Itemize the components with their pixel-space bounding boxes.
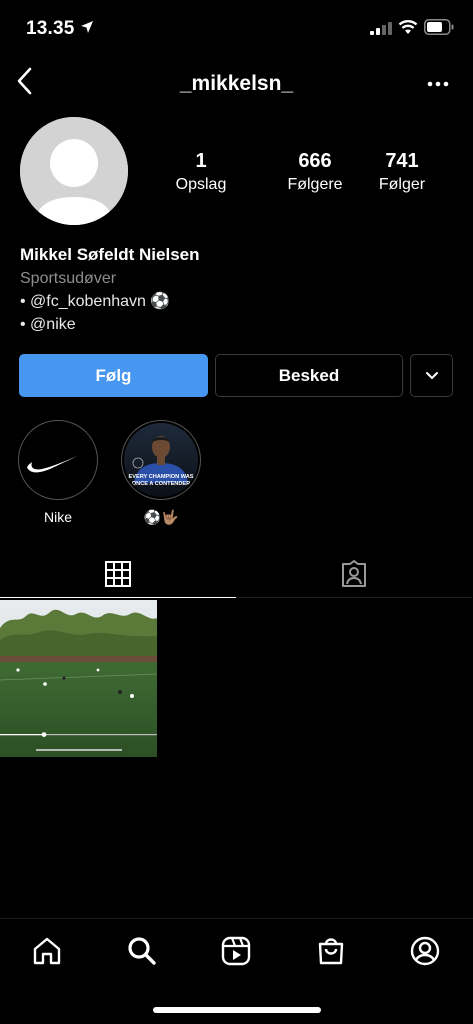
stat-following[interactable]: 741 Følger: [352, 150, 452, 196]
highlight-ring: [18, 420, 98, 500]
highlight-label: Nike: [43, 509, 72, 525]
stat-posts[interactable]: 1 Opslag: [151, 150, 251, 196]
tagged-person-icon: [342, 559, 366, 587]
home-icon[interactable]: [31, 935, 63, 967]
profile-icon[interactable]: [409, 935, 441, 967]
location-arrow-icon: [81, 21, 93, 33]
follow-button[interactable]: Følg: [19, 354, 208, 397]
nike-swoosh-icon: [27, 451, 88, 473]
battery-icon: [424, 19, 454, 35]
highlight-cover: EVERY CHAMPION WAS ONCE A CONTENDER: [124, 423, 198, 497]
highlight-football[interactable]: EVERY CHAMPION WAS ONCE A CONTENDER ⚽🤟🏽: [121, 420, 201, 526]
highlight-text-line1: EVERY CHAMPION WAS: [129, 474, 194, 480]
suggested-accounts-button[interactable]: [410, 354, 453, 397]
tab-posts-grid[interactable]: [0, 550, 236, 598]
stat-posts-value: 1: [195, 150, 207, 172]
status-bar: 13.35: [0, 0, 473, 56]
tab-tagged[interactable]: [236, 550, 472, 598]
search-icon[interactable]: [126, 935, 158, 967]
stat-following-value: 741: [385, 150, 419, 172]
bottom-navigation: [0, 918, 473, 1024]
bio-mention-fc-kobenhavn[interactable]: • @fc_kobenhavn ⚽: [20, 290, 450, 313]
post-video-frame: [0, 600, 157, 757]
stat-followers[interactable]: 666 Følgere: [265, 150, 365, 196]
message-button[interactable]: Besked: [215, 354, 403, 397]
post-thumbnail[interactable]: [0, 600, 157, 757]
chevron-down-icon: [425, 371, 438, 379]
default-avatar-icon: [20, 117, 128, 225]
wifi-icon: [398, 20, 418, 34]
grid-icon: [105, 560, 131, 587]
bio-mention-nike[interactable]: • @nike: [20, 313, 450, 336]
stat-following-label: Følger: [378, 176, 426, 193]
profile-username: _mikkelsn_: [179, 72, 294, 95]
profile-bio: Mikkel Søfeldt Nielsen Sportsudøver • @f…: [20, 244, 450, 336]
highlight-text-line2: ONCE A CONTENDER: [132, 481, 190, 487]
bio-full-name: Mikkel Søfeldt Nielsen: [20, 245, 200, 264]
stat-posts-label: Opslag: [175, 176, 227, 193]
more-options-icon[interactable]: [424, 72, 452, 96]
status-time: 13.35: [26, 18, 75, 39]
highlight-label: ⚽🤟🏽: [143, 509, 179, 525]
player-photo: EVERY CHAMPION WAS ONCE A CONTENDER: [124, 423, 198, 497]
highlight-nike[interactable]: Nike: [18, 420, 98, 526]
highlight-cover: [21, 423, 95, 497]
cellular-signal-icon: [370, 22, 392, 35]
stat-followers-label: Følgere: [287, 176, 343, 193]
home-indicator[interactable]: [153, 1007, 321, 1013]
shop-icon[interactable]: [315, 935, 347, 967]
bio-category: Sportsudøver: [20, 270, 117, 287]
reels-icon[interactable]: [220, 935, 252, 967]
profile-avatar[interactable]: [20, 117, 128, 225]
highlight-ring: EVERY CHAMPION WAS ONCE A CONTENDER: [121, 420, 201, 500]
stat-followers-value: 666: [298, 150, 332, 172]
